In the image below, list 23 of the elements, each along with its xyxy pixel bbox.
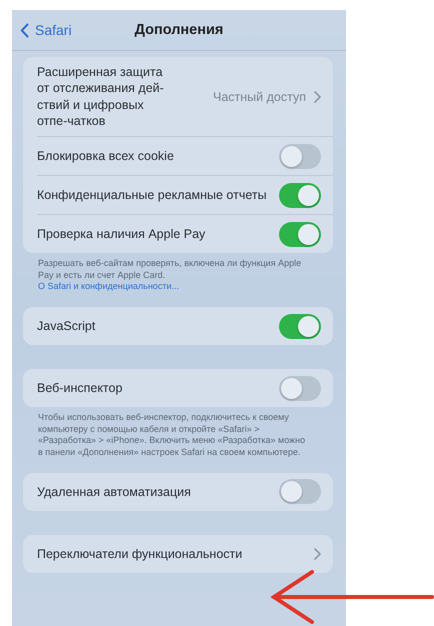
setting-label: Конфиденциальные рекламные отчеты: [37, 186, 268, 204]
setting-label: JavaScript: [37, 318, 96, 334]
screen-title: Дополнения: [134, 22, 224, 38]
privacy-link[interactable]: О Safari и конфиденциальности...: [38, 281, 306, 294]
chevron-icon[interactable]: [314, 90, 321, 102]
toggle-switch[interactable]: [279, 479, 321, 504]
setting-label[interactable]: Переключатели функциональности: [37, 546, 306, 562]
back-button[interactable]: Safari: [20, 22, 72, 38]
setting-label: Проверка наличия Apple Pay: [37, 226, 206, 242]
toggle-switch[interactable]: [279, 144, 321, 168]
setting-label: Блокировка всех cookie: [37, 148, 175, 164]
footer-note: Разрешать веб-сайтам проверять, включена ли функция Apple Pay и есть ли счет Apple Card.: [38, 258, 302, 282]
setting-value[interactable]: Частный доступ: [181, 90, 306, 104]
toggle-switch[interactable]: [279, 182, 321, 208]
back-chevron-icon: [20, 22, 29, 38]
setting-label: Расширенная защита от отслеживания дей-ствий и цифровых отпе-чатков: [37, 64, 165, 130]
toggle-switch[interactable]: [279, 314, 321, 339]
setting-label: Веб-инспектор: [37, 380, 124, 396]
toggle-switch[interactable]: [279, 376, 321, 401]
setting-label: Удаленная автоматизация: [37, 484, 192, 500]
footer-note: Чтобы использовать веб-инспектор, подключитесь к своему компьютеру с помощью кабеля и откройте «Safari» > «Разработка» > «iPhone». Включить меню «Разработка» можно в панели «Дополнения» настроек Safari на своем компьютере.: [38, 412, 306, 459]
toggle-switch[interactable]: [279, 222, 321, 246]
chevron-icon[interactable]: [314, 548, 321, 560]
